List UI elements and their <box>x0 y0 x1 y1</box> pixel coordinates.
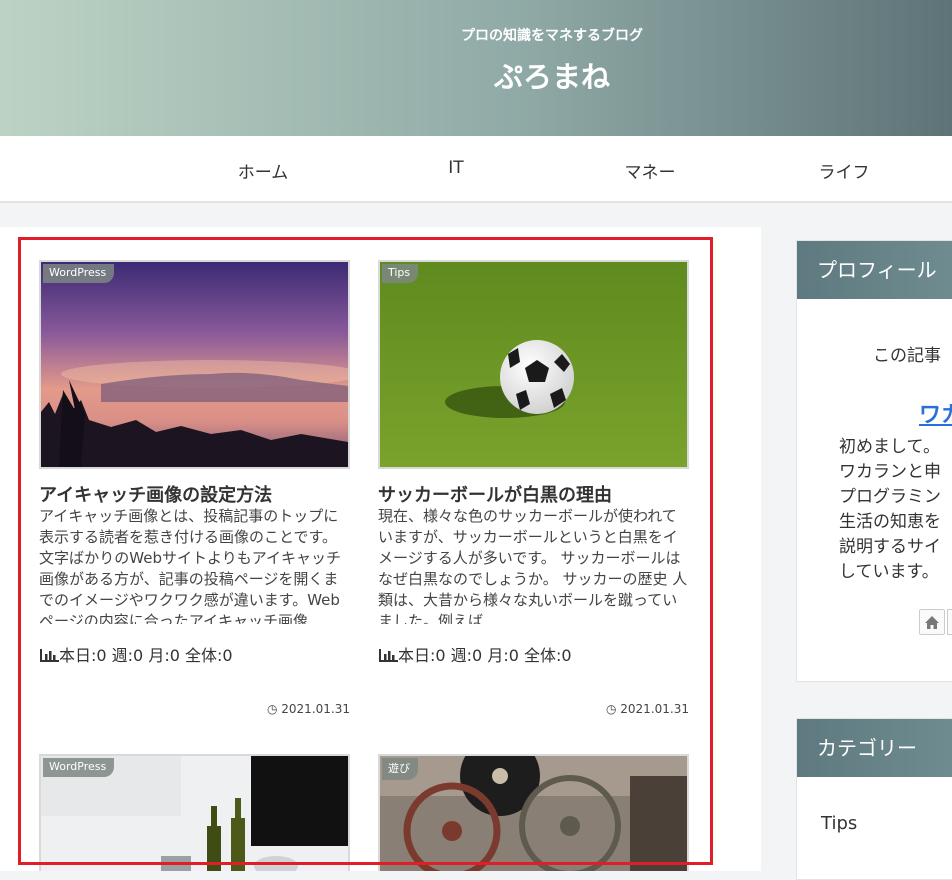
profile-bio-line: プログラミン <box>839 487 941 507</box>
profile-bio-line: 説明するサイ <box>839 537 941 557</box>
highlight-frame <box>18 237 713 865</box>
social-link-button[interactable] <box>947 609 952 635</box>
category-widget: カテゴリー Tips <box>796 718 952 880</box>
profile-bio: 初めまして。 ワカランと申 プログラミン 生活の知恵を 説明するサイ しています… <box>839 435 941 585</box>
profile-bio-line: 生活の知恵を <box>839 512 941 532</box>
category-item-tips[interactable]: Tips <box>821 813 857 834</box>
category-heading: カテゴリー <box>797 719 952 777</box>
profile-intro: この記事 <box>873 346 941 366</box>
profile-heading: プロフィール <box>797 241 952 299</box>
nav-item-life[interactable]: ライフ <box>774 158 914 183</box>
home-link-button[interactable] <box>919 609 945 635</box>
profile-bio-line: 初めまして。 <box>839 437 940 457</box>
nav-item-home[interactable]: ホーム <box>193 158 333 183</box>
site-tagline: プロの知識をマネするブログ <box>461 28 643 44</box>
site-title[interactable]: ぷろまね <box>0 54 952 96</box>
home-icon <box>925 616 939 629</box>
global-nav: ホーム IT マネー ライフ <box>0 136 952 203</box>
nav-item-it[interactable]: IT <box>386 158 526 178</box>
nav-item-money[interactable]: マネー <box>580 158 720 183</box>
profile-bio-line: ワカランと申 <box>839 462 941 482</box>
site-header: プロの知識をマネするブログ ぷろまね <box>0 0 952 136</box>
profile-widget: プロフィール この記事 ワカ 初めまして。 ワカランと申 プログラミン 生活の知… <box>796 240 952 682</box>
profile-bio-line: しています。 <box>839 562 939 582</box>
profile-name-link[interactable]: ワカ <box>919 397 952 429</box>
